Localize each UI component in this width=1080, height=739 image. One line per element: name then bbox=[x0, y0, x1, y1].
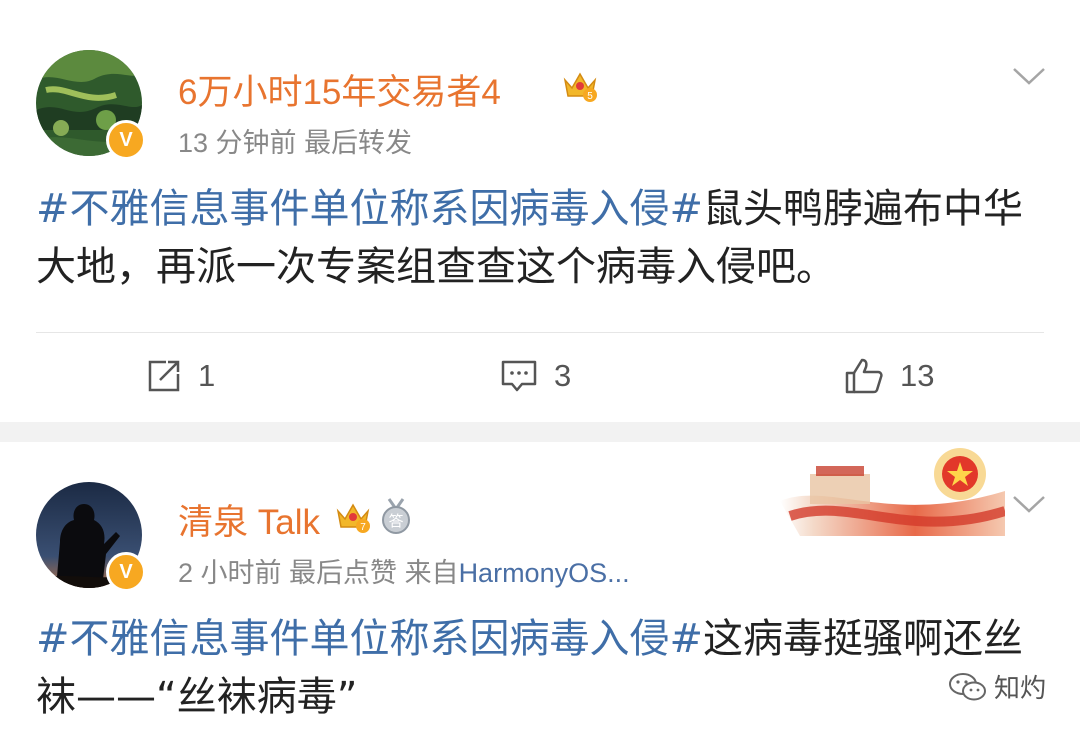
post-source-link[interactable]: HarmonyOS... bbox=[459, 558, 630, 588]
divider bbox=[36, 332, 1044, 333]
like-count: 13 bbox=[900, 358, 935, 393]
thumbs-up-icon bbox=[845, 358, 883, 394]
crown-icon: 5 bbox=[563, 72, 597, 102]
crown-icon: 7 bbox=[336, 503, 370, 533]
comment-button[interactable]: 3 bbox=[500, 354, 571, 398]
watermark: 知灼 bbox=[948, 668, 1046, 705]
post-action: 最后转发 bbox=[304, 128, 413, 158]
comment-icon bbox=[501, 360, 537, 392]
user-avatar[interactable]: V bbox=[36, 482, 146, 592]
repost-count: 1 bbox=[198, 358, 216, 393]
hashtag-link[interactable]: #不雅信息事件单位称系因病毒入侵# bbox=[36, 186, 703, 232]
chevron-down-icon[interactable] bbox=[1012, 494, 1046, 514]
post-body: #不雅信息事件单位称系因病毒入侵#这病毒挺骚啊还丝袜——“丝袜病毒” bbox=[36, 610, 1036, 726]
username[interactable]: 6万小时15年交易者4 bbox=[178, 64, 501, 115]
post-source-prefix: 来自 bbox=[404, 558, 459, 588]
verified-badge-icon: V bbox=[106, 552, 146, 592]
svg-text:5: 5 bbox=[587, 91, 593, 102]
username[interactable]: 清泉 Talk bbox=[178, 494, 320, 545]
comment-count: 3 bbox=[554, 358, 572, 393]
post-body: #不雅信息事件单位称系因病毒入侵#鼠头鸭脖遍布中华大地，再派一次专案组查查这个病… bbox=[36, 180, 1036, 296]
post-card: V 6万小时15年交易者4 5 13 分钟前 最后转发 #不雅信息事件单位称系因… bbox=[0, 0, 1080, 422]
like-button[interactable]: 13 bbox=[844, 354, 934, 398]
repost-button[interactable]: 1 bbox=[146, 354, 215, 398]
wechat-icon bbox=[949, 672, 986, 700]
watermark-text: 知灼 bbox=[994, 674, 1047, 704]
post-card: V 清泉 Talk 7 答 2 小时前 最后点赞 来自HarmonyOS... … bbox=[0, 442, 1080, 739]
post-meta: 13 分钟前 最后转发 bbox=[178, 121, 412, 160]
repost-icon bbox=[148, 360, 180, 392]
post-meta: 2 小时前 最后点赞 来自HarmonyOS... bbox=[178, 551, 630, 590]
chevron-down-icon[interactable] bbox=[1012, 66, 1046, 86]
user-avatar[interactable]: V bbox=[36, 50, 146, 160]
svg-text:7: 7 bbox=[360, 522, 366, 533]
verified-badge-icon: V bbox=[106, 120, 146, 160]
post-time: 13 分钟前 bbox=[178, 128, 297, 158]
decorative-banner-image bbox=[770, 446, 1005, 536]
hashtag-link[interactable]: #不雅信息事件单位称系因病毒入侵# bbox=[36, 616, 703, 662]
svg-text:答: 答 bbox=[388, 512, 403, 530]
post-time: 2 小时前 bbox=[178, 558, 282, 588]
post-separator bbox=[0, 422, 1080, 442]
post-action: 最后点赞 bbox=[289, 558, 398, 588]
medal-icon: 答 bbox=[382, 498, 410, 534]
